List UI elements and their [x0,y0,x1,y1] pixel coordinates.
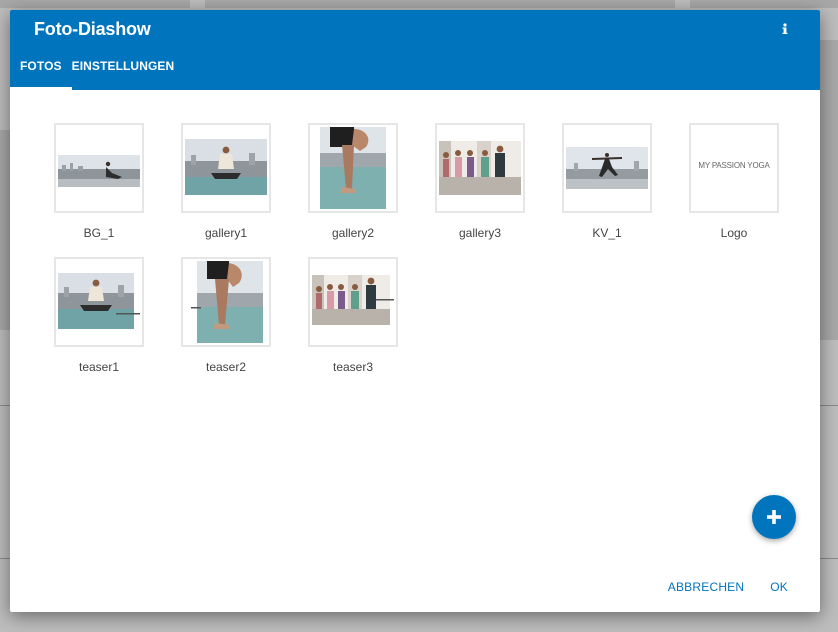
photo-item-bg-1[interactable]: BG_1 [54,123,144,240]
photo-thumbnail [308,123,398,213]
photo-item-teaser2[interactable]: teaser2 [181,257,271,374]
photo-image [58,273,140,329]
photo-thumbnail [54,257,144,347]
photo-image [439,141,521,195]
tab-fotos-label: FOTOS [20,59,62,73]
photo-thumbnail [435,123,525,213]
info-icon[interactable] [776,20,794,38]
logo-image-text: MY PASSION YOGA [698,161,770,170]
photo-thumbnail [562,123,652,213]
photo-item-gallery1[interactable]: gallery1 [181,123,271,240]
photo-thumbnail [308,257,398,347]
photo-item-gallery2[interactable]: gallery2 [308,123,398,240]
photo-label: gallery2 [331,226,375,240]
dialog-actions: ABBRECHEN OK [668,580,788,594]
photo-item-kv-1[interactable]: KV_1 [562,123,652,240]
photo-label: Logo [720,226,748,240]
photo-label: BG_1 [83,226,115,240]
background-image-strip [0,130,10,330]
background-image-strip [820,40,838,340]
add-photo-button[interactable] [752,495,796,539]
photo-label: teaser1 [78,360,120,374]
photo-image [58,155,140,187]
photo-slideshow-dialog: Foto-Diashow FOTOS EINSTELLUNGEN BG_1 ga… [10,10,820,612]
tab-einstellungen-label: EINSTELLUNGEN [71,59,175,73]
photo-image [185,139,267,195]
dialog-tabs: FOTOS EINSTELLUNGEN [10,55,184,90]
photo-image [566,147,648,189]
cancel-button[interactable]: ABBRECHEN [668,580,744,594]
dialog-header: Foto-Diashow FOTOS EINSTELLUNGEN [10,10,820,90]
photo-thumbnail [54,123,144,213]
photo-image [312,275,394,325]
photo-image [191,261,263,343]
background-image-strip [205,0,675,8]
photo-item-teaser3[interactable]: teaser3 [308,257,398,374]
photo-label: gallery3 [458,226,502,240]
photo-label: KV_1 [592,226,622,240]
background-image-strip [690,0,838,8]
photo-label: teaser2 [205,360,247,374]
photo-item-logo[interactable]: MY PASSION YOGA Logo [689,123,779,240]
photo-label: gallery1 [204,226,248,240]
photo-thumbnail [181,257,271,347]
photo-item-gallery3[interactable]: gallery3 [435,123,525,240]
plus-icon [767,510,781,524]
photo-thumbnail [181,123,271,213]
photo-image [320,127,386,209]
tab-einstellungen[interactable]: EINSTELLUNGEN [72,55,185,90]
photo-thumbnail: MY PASSION YOGA [689,123,779,213]
photo-label: teaser3 [332,360,374,374]
photo-item-teaser1[interactable]: teaser1 [54,257,144,374]
background-image-strip [0,0,190,8]
ok-button[interactable]: OK [770,580,788,594]
tab-fotos[interactable]: FOTOS [10,55,72,90]
dialog-title: Foto-Diashow [34,19,151,39]
